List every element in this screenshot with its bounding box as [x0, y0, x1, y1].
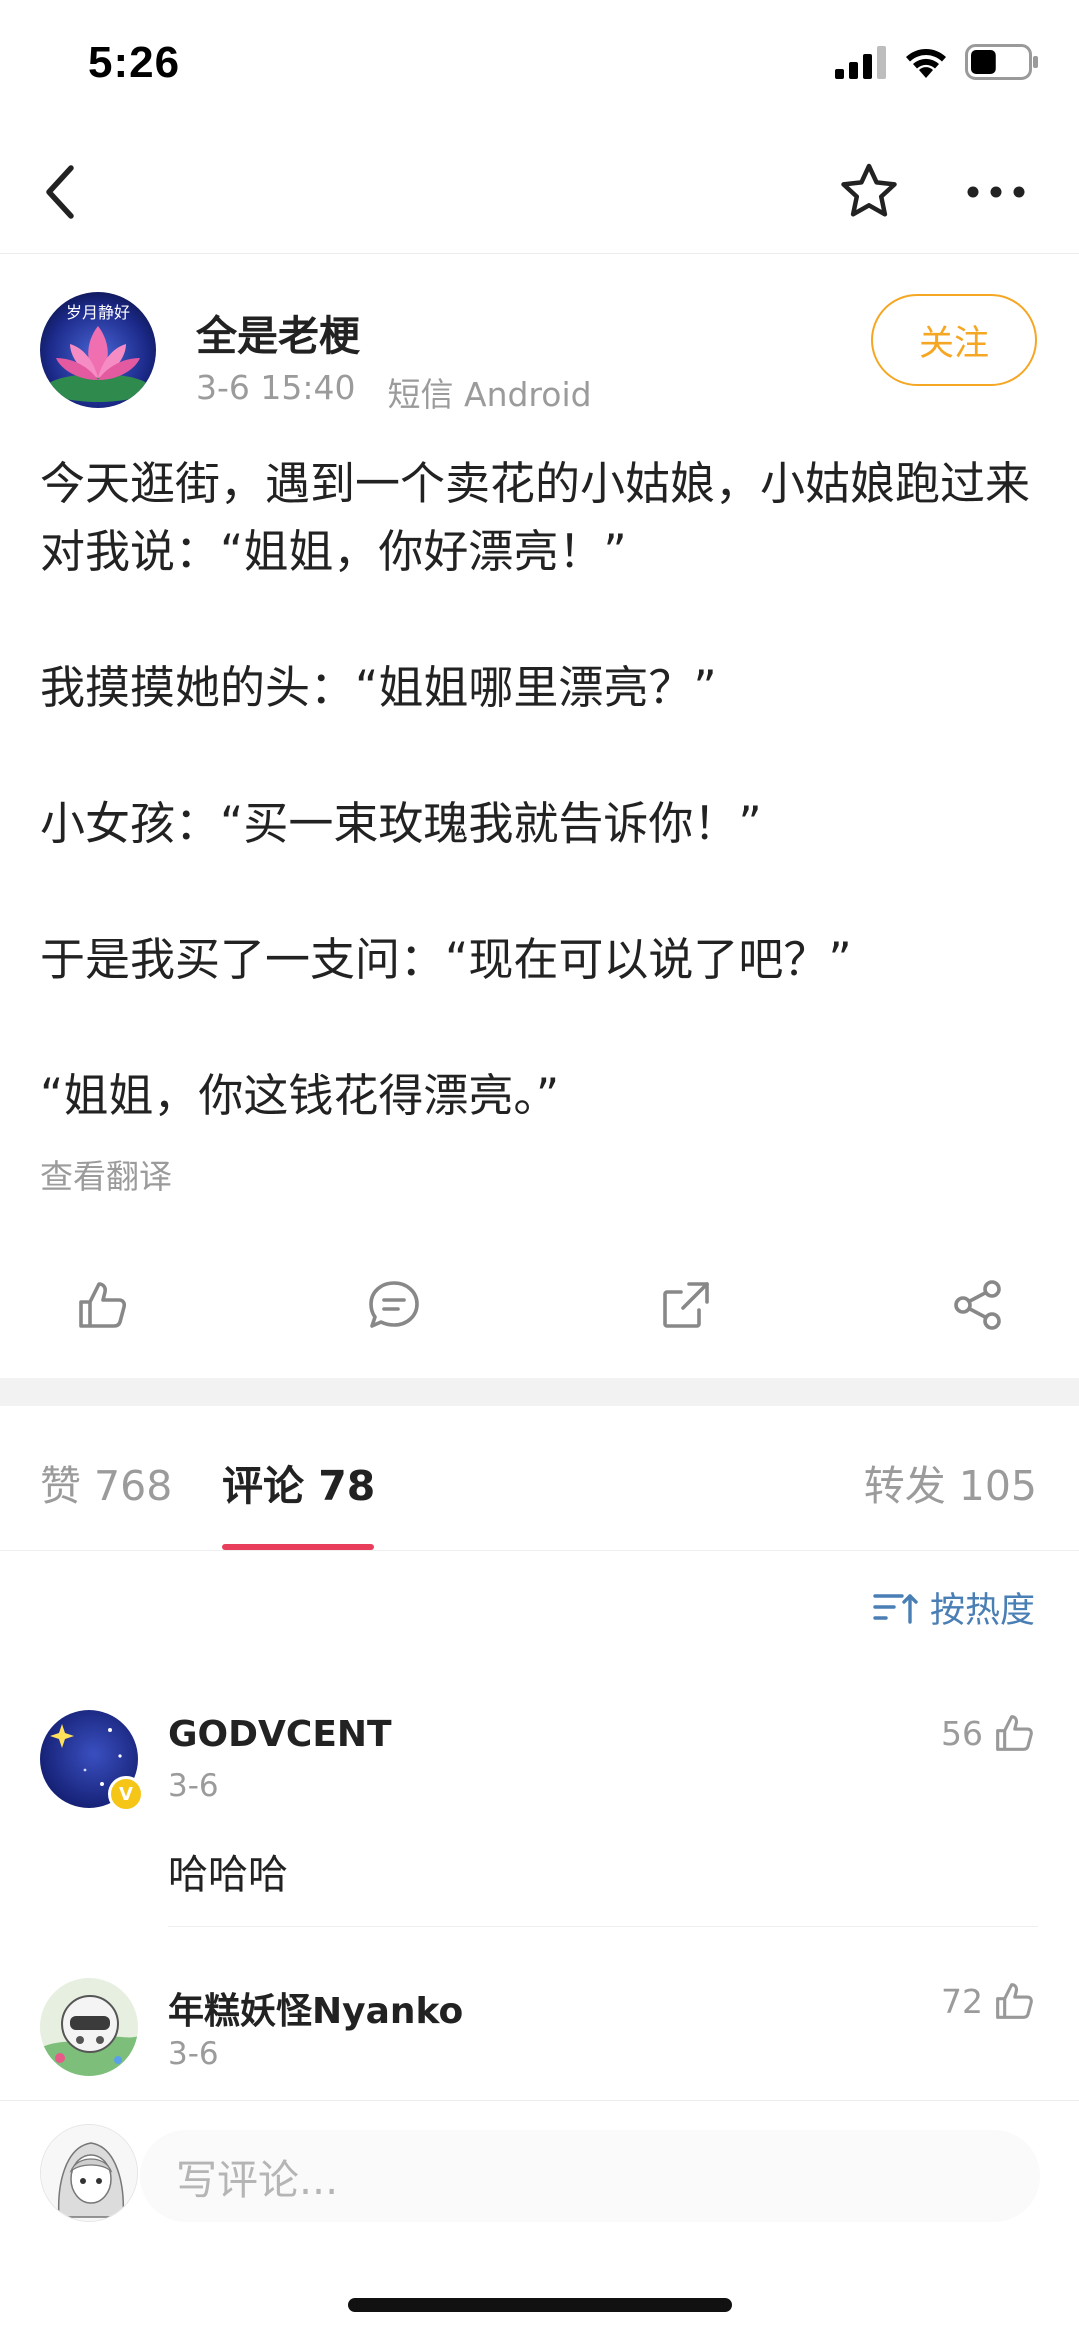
comment-bubble-icon: [369, 1281, 419, 1328]
post-source: 短信 Android: [387, 375, 592, 414]
back-button[interactable]: [30, 160, 90, 224]
avatar-caption: 岁月静好: [66, 303, 130, 322]
post-line-5: “姐姐，你这钱花得漂亮。”: [40, 1069, 560, 1122]
post-line-2: 我摸摸她的头：“姐姐哪里漂亮？”: [40, 661, 717, 714]
sort-icon: [873, 1593, 918, 1624]
comment-input[interactable]: 写评论...: [140, 2130, 1040, 2222]
sort-by-hot-button[interactable]: 按热度: [872, 1582, 1035, 1633]
follow-button[interactable]: 关注: [871, 294, 1037, 386]
favorite-button[interactable]: [835, 158, 903, 226]
thumbs-up-icon: [996, 1983, 1033, 2019]
home-indicator: [348, 2298, 732, 2312]
battery-icon: [965, 44, 1038, 80]
thumbs-up-icon: [996, 1715, 1033, 1751]
wifi-icon: [906, 49, 946, 78]
post-text: 今天逛街，遇到一个卖花的小姑娘，小姑娘跑过来对我说：“姐姐，你好漂亮！” 我摸摸…: [40, 450, 1040, 1130]
tab-comments[interactable]: 评论 78: [222, 1452, 375, 1512]
author-avatar[interactable]: 岁月静好: [40, 292, 156, 408]
more-dots-icon: [967, 186, 1025, 198]
share-external-icon: [663, 1282, 709, 1328]
commenter-name[interactable]: 年糕妖怪Nyanko: [168, 1982, 463, 2034]
repost-action-button[interactable]: [656, 1275, 716, 1335]
post-meta: 3-6 15:40 短信 Android: [196, 368, 592, 416]
chevron-left-icon: [46, 165, 74, 219]
comment-like-button[interactable]: 72: [941, 1980, 1035, 2022]
comment-separator: [168, 1926, 1038, 1927]
cartoon-helmet-avatar-image: [40, 1978, 138, 2076]
status-icons: [835, 44, 1039, 80]
comment-date: 3-6: [168, 1768, 219, 1804]
like-action-button[interactable]: [72, 1275, 132, 1335]
post-line-1: 今天逛街，遇到一个卖花的小姑娘，小姑娘跑过来对我说：“姐姐，你好漂亮！”: [40, 457, 1031, 578]
post-line-4: 于是我买了一支问：“现在可以说了吧？”: [40, 933, 852, 986]
status-time: 5:26: [88, 38, 181, 87]
post-line-3: 小女孩：“买一束玫瑰我就告诉你！”: [40, 797, 762, 850]
see-translation-link[interactable]: 查看翻译: [40, 1150, 172, 1198]
anime-girl-avatar-image: [41, 2125, 137, 2221]
tabs-divider: [0, 1550, 1079, 1551]
comment-date: 3-6: [168, 2036, 219, 2072]
comment-like-count: 56: [941, 1713, 983, 1753]
my-avatar[interactable]: [40, 2124, 138, 2222]
star-icon: [841, 163, 897, 217]
commenter-avatar[interactable]: [40, 1978, 138, 2076]
comment-text: 哈哈哈: [168, 1852, 288, 1898]
more-button[interactable]: [960, 168, 1032, 216]
tab-reposts[interactable]: 转发 105: [864, 1452, 1037, 1512]
comment-item: V: [40, 1710, 144, 1812]
author-name[interactable]: 全是老梗: [196, 302, 360, 362]
comment-like-button[interactable]: 56: [941, 1712, 1035, 1754]
lotus-avatar-image: 岁月静好: [40, 292, 156, 408]
tab-likes[interactable]: 赞 768: [40, 1452, 172, 1512]
share-action-button[interactable]: [948, 1275, 1008, 1335]
section-divider: [0, 1378, 1079, 1406]
share-nodes-icon: [954, 1280, 1001, 1330]
post-date: 3-6 15:40: [196, 368, 356, 407]
thumbs-up-icon: [79, 1282, 127, 1328]
nav-bar: [0, 130, 1079, 254]
sort-label: 按热度: [929, 1591, 1035, 1631]
signal-icon: [835, 46, 886, 79]
commenter-name[interactable]: GODVCENT: [168, 1714, 392, 1755]
verified-badge: V: [108, 1776, 144, 1812]
comment-like-count: 72: [941, 1981, 983, 2021]
comment-action-button[interactable]: [364, 1275, 424, 1335]
